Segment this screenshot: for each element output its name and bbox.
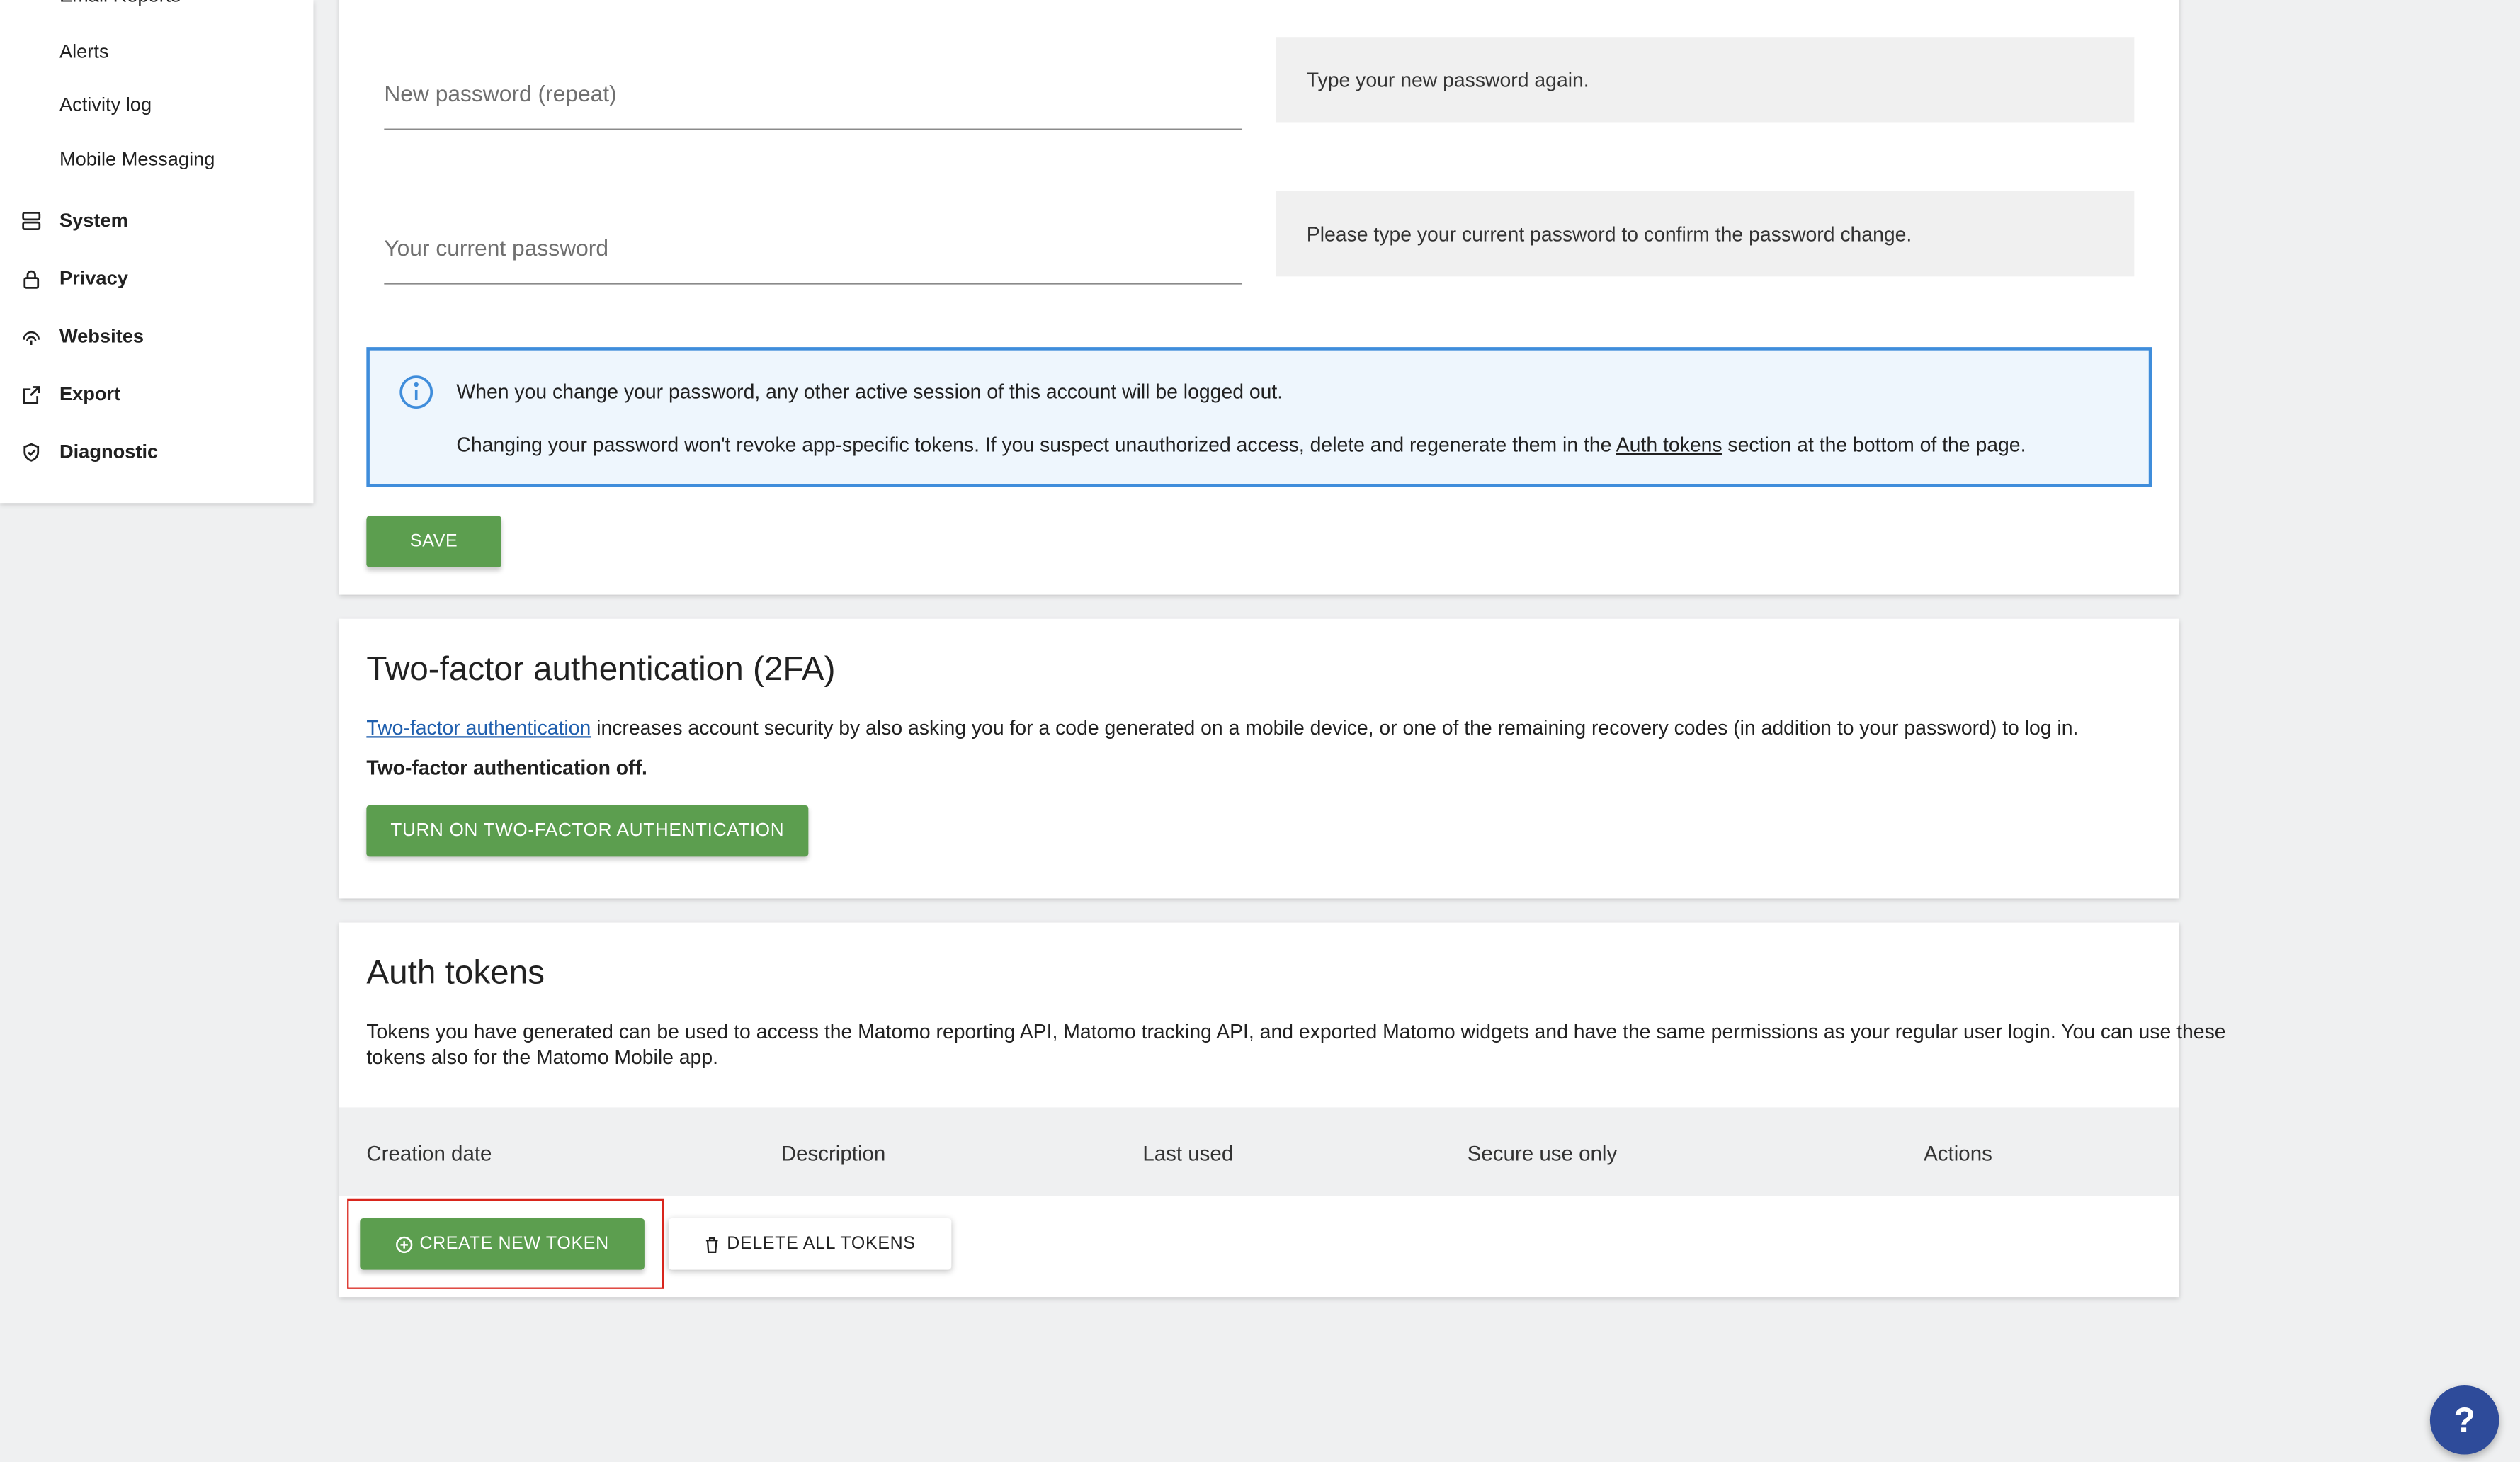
password-change-notice: When you change your password, any other…: [366, 347, 2152, 487]
help-button[interactable]: ?: [2429, 1385, 2499, 1455]
sidebar-section-export[interactable]: Export: [21, 382, 120, 405]
sidebar-item-alerts[interactable]: Alerts: [59, 40, 109, 63]
button-label: DELETE ALL TOKENS: [727, 1234, 916, 1254]
tokens-table-header: Creation date Description Last used Secu…: [339, 1107, 2179, 1196]
sidebar-section-label: Export: [59, 382, 121, 405]
column-header-description: Description: [781, 1141, 886, 1166]
sidebar-item-activity-log[interactable]: Activity log: [59, 94, 152, 116]
shield-icon: [23, 442, 40, 461]
two-factor-title: Two-factor authentication (2FA): [366, 650, 836, 688]
two-factor-status: Two-factor authentication off.: [366, 756, 647, 780]
notice-text: Changing your password won't revoke app-…: [456, 434, 1616, 457]
auth-tokens-description-1: Tokens you have generated can be used to…: [366, 1020, 2226, 1043]
plus-circle-icon: [396, 1235, 413, 1252]
create-new-token-button[interactable]: CREATE NEW TOKEN: [360, 1218, 645, 1270]
sidebar-item-email-reports[interactable]: Email Reports: [59, 0, 181, 6]
server-icon: [22, 210, 41, 230]
column-header-actions: Actions: [1924, 1141, 1992, 1166]
sidebar-section-websites[interactable]: Websites: [21, 324, 144, 347]
new-password-repeat-input[interactable]: [384, 80, 1243, 106]
trash-icon: [706, 1236, 719, 1252]
sidebar: Email Reports Alerts Activity log Mobile…: [0, 0, 314, 504]
two-factor-description: Two-factor authentication increases acco…: [366, 715, 2078, 741]
lock-icon: [23, 269, 40, 288]
sidebar-section-privacy[interactable]: Privacy: [21, 266, 128, 290]
turn-on-2fa-button[interactable]: TURN ON TWO-FACTOR AUTHENTICATION: [366, 805, 809, 857]
info-icon: [399, 375, 433, 409]
sidebar-section-label: System: [59, 208, 128, 232]
sidebar-item-mobile-messaging[interactable]: Mobile Messaging: [59, 148, 215, 171]
sidebar-section-label: Privacy: [59, 266, 128, 290]
sidebar-section-label: Websites: [59, 324, 144, 348]
column-header-last-used: Last used: [1142, 1141, 1234, 1166]
auth-tokens-link[interactable]: Auth tokens: [1616, 434, 1722, 457]
delete-all-tokens-button[interactable]: DELETE ALL TOKENS: [668, 1218, 952, 1270]
button-label: CREATE NEW TOKEN: [419, 1234, 609, 1254]
help-text: Please type your current password to con…: [1306, 222, 1912, 246]
new-password-repeat-help: Type your new password again.: [1276, 37, 2135, 123]
current-password-help: Please type your current password to con…: [1276, 191, 2135, 277]
fingerprint-icon: [23, 330, 40, 344]
notice-line-2: Changing your password won't revoke app-…: [456, 434, 2026, 457]
new-password-repeat-field[interactable]: [384, 37, 1243, 130]
auth-tokens-description-2: tokens also for the Matomo Mobile app.: [366, 1046, 719, 1069]
sidebar-section-diagnostic[interactable]: Diagnostic: [21, 441, 158, 463]
two-factor-link[interactable]: Two-factor authentication: [366, 717, 591, 740]
auth-tokens-title: Auth tokens: [366, 954, 545, 992]
sidebar-section-system[interactable]: System: [21, 208, 128, 232]
column-header-creation-date: Creation date: [366, 1141, 492, 1166]
current-password-input[interactable]: [384, 234, 1243, 261]
current-password-field[interactable]: [384, 191, 1243, 285]
notice-line-1: When you change your password, any other…: [456, 380, 1283, 404]
save-button[interactable]: SAVE: [366, 516, 501, 567]
help-text: Type your new password again.: [1306, 68, 1589, 91]
sidebar-section-label: Diagnostic: [59, 440, 159, 463]
description-text: increases account security by also askin…: [591, 717, 2079, 740]
column-header-secure-use-only: Secure use only: [1467, 1141, 1618, 1166]
export-icon: [23, 385, 40, 403]
notice-text: section at the bottom of the page.: [1722, 434, 2026, 457]
